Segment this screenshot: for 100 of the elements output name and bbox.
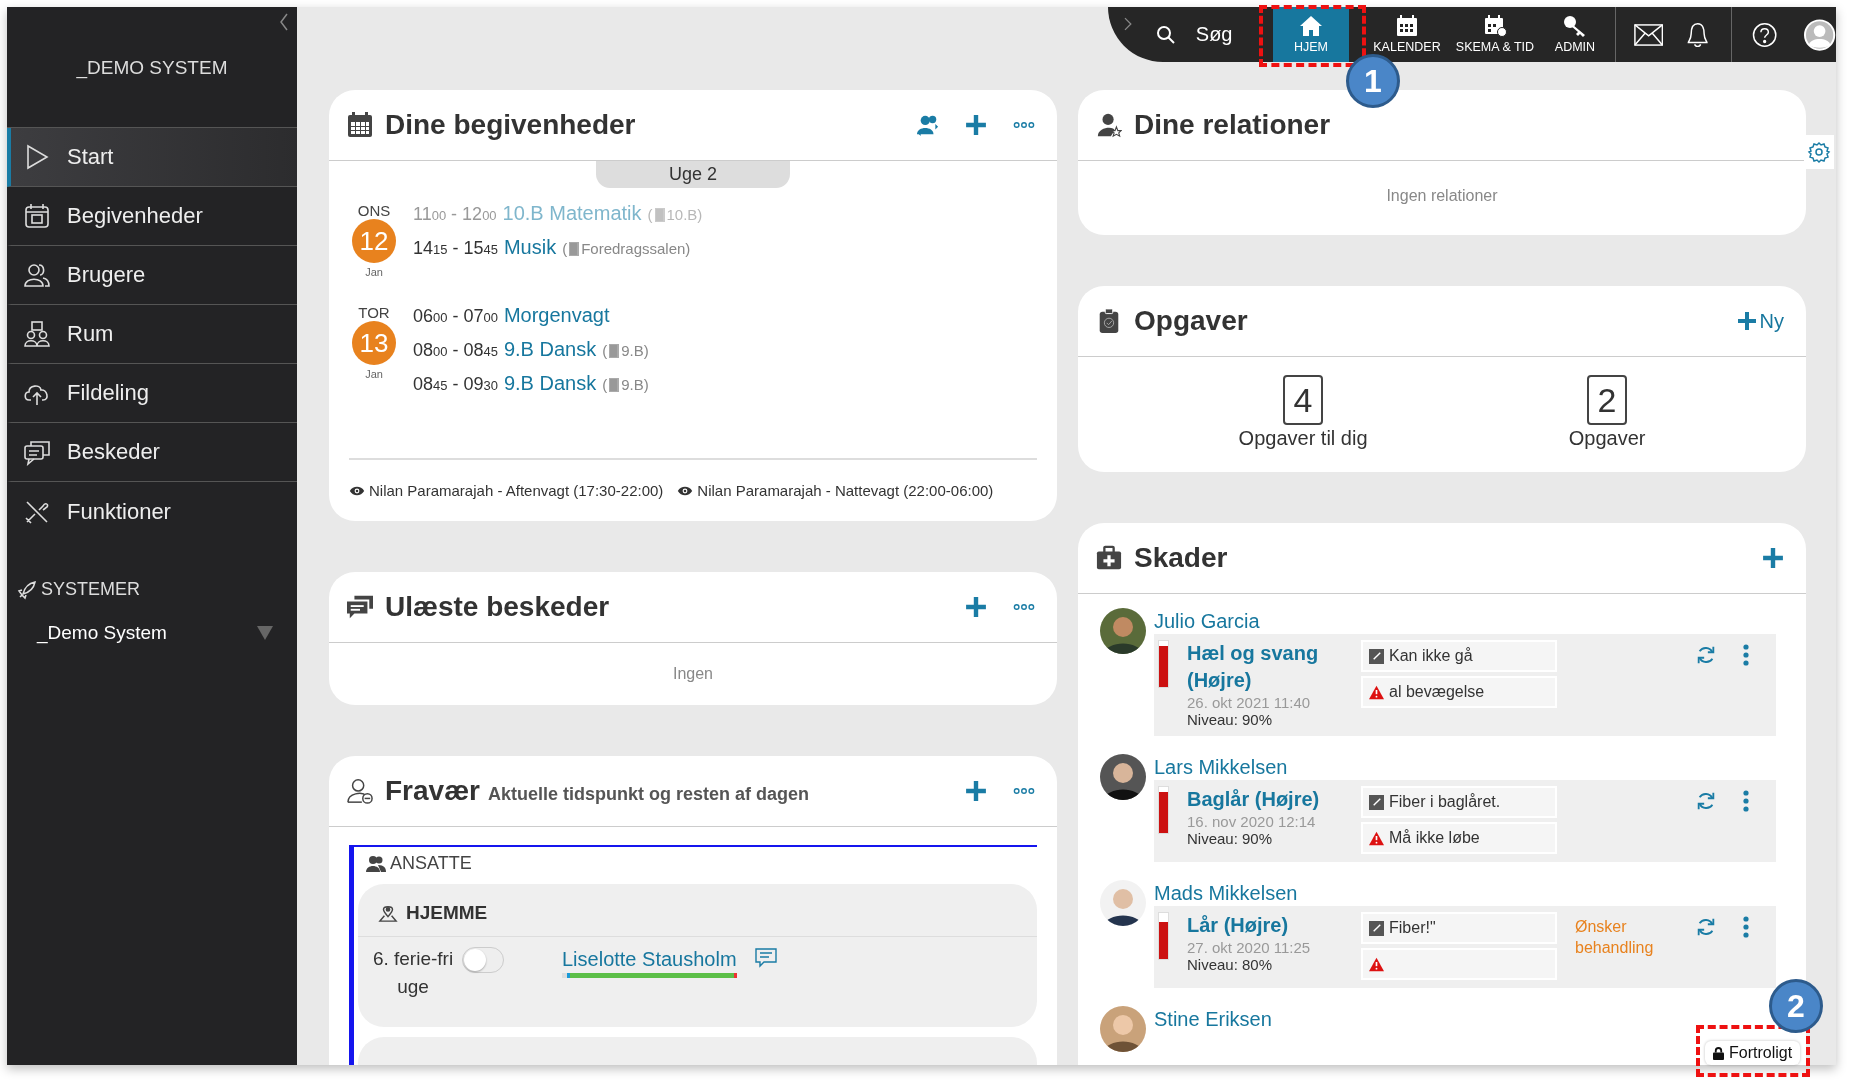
date-badge: 12 <box>352 219 396 263</box>
section-label: SYSTEMER <box>41 579 141 600</box>
person-link[interactable]: Lars Mikkelsen <box>1154 754 1288 780</box>
task-count: 4 <box>1283 375 1324 425</box>
dropdown-icon <box>257 626 273 640</box>
search-button[interactable]: Søg <box>1155 23 1273 46</box>
more-icon[interactable] <box>1013 787 1035 795</box>
person-link[interactable]: Liselotte Stausholm <box>562 945 737 973</box>
confidential-badge[interactable]: Fortroligt <box>1705 1041 1801 1065</box>
note-icon <box>1369 794 1384 810</box>
injury-link[interactable]: Hæl og svang (Højre) <box>1187 640 1361 694</box>
person-link[interactable]: Mads Mikkelsen <box>1154 880 1298 906</box>
shift-text: Nilan Paramarajah - Aftenvagt (17:30-22:00) <box>369 482 664 499</box>
person-link[interactable]: Julio Garcia <box>1154 608 1260 634</box>
severity-bar <box>1158 912 1169 960</box>
task-label: Opgaver til dig <box>1238 427 1368 450</box>
add-icon[interactable] <box>965 114 987 136</box>
more-icon[interactable] <box>1743 644 1749 666</box>
comment-icon[interactable] <box>754 948 777 968</box>
card-title: Dine relationer <box>1134 109 1331 141</box>
more-icon[interactable] <box>1013 603 1035 611</box>
weekday-label: ONS <box>357 202 391 219</box>
room-label: 9.B) <box>621 342 649 359</box>
status-text: Ønsker behandling <box>1575 918 1654 956</box>
people-swap-icon[interactable] <box>917 114 939 136</box>
new-button[interactable]: Ny <box>1736 309 1784 333</box>
task-counter[interactable]: 4 Opgaver til dig <box>1238 367 1368 450</box>
sidebar-item[interactable]: Beskeder <box>7 423 297 482</box>
door-icon <box>569 241 580 256</box>
event-link[interactable]: Musik <box>503 236 557 259</box>
refresh-icon[interactable] <box>1695 790 1717 812</box>
door-icon <box>609 343 620 358</box>
task-label: Opgaver <box>1568 427 1646 450</box>
note-icon <box>1369 920 1384 936</box>
calendar-icon <box>347 112 373 138</box>
lock-icon <box>1713 1046 1724 1060</box>
system-select[interactable]: _Demo System <box>37 622 273 644</box>
injury-link[interactable]: Baglår (Højre) <box>1187 786 1361 813</box>
card-title: Skader <box>1134 542 1228 574</box>
month-label: Jan <box>365 368 383 380</box>
warning-icon <box>1369 830 1384 846</box>
mail-icon[interactable] <box>1633 21 1664 48</box>
eye-icon <box>677 485 694 496</box>
chevron-icon[interactable] <box>1124 16 1132 31</box>
injury-link[interactable]: Lår (Højre) <box>1187 912 1361 939</box>
person-link[interactable]: Stine Eriksen <box>1154 1006 1272 1032</box>
refresh-icon[interactable] <box>1695 916 1717 938</box>
severity-bar <box>1158 640 1169 688</box>
card-title: Fravær <box>385 775 480 807</box>
event-link[interactable]: 9.B Dansk <box>503 338 597 361</box>
room-label: ( <box>602 376 608 393</box>
room-icon <box>23 320 51 348</box>
search-icon <box>1155 24 1176 45</box>
week-label: Uge 2 <box>596 161 790 188</box>
room-label: 9.B) <box>621 376 649 393</box>
user-minus-icon <box>347 778 373 804</box>
nav-tab[interactable]: HJEM <box>1273 7 1349 62</box>
card-title: Opgaver <box>1134 305 1248 337</box>
avatar-icon[interactable] <box>1802 17 1836 52</box>
add-icon[interactable] <box>965 596 987 618</box>
room-label: Foredragssalen) <box>581 240 691 257</box>
first-aid-icon <box>1096 545 1122 571</box>
note-text: al bevægelse <box>1389 683 1485 701</box>
task-count: 2 <box>1587 375 1628 425</box>
door-icon <box>609 377 620 392</box>
group-title: HJEMME <box>406 902 488 924</box>
toggle-switch[interactable] <box>462 947 504 973</box>
calendar-icon <box>1395 15 1419 37</box>
chat-icon <box>23 438 51 466</box>
refresh-icon[interactable] <box>1695 644 1717 666</box>
sidebar-item[interactable]: Funktioner <box>7 482 297 541</box>
collapse-icon[interactable] <box>279 13 289 31</box>
room-label: ( <box>647 206 653 223</box>
schedule-icon <box>1483 15 1507 37</box>
event-link[interactable]: 9.B Dansk <box>503 372 597 395</box>
month-label: Jan <box>365 266 383 278</box>
severity-bar <box>1158 786 1169 834</box>
sidebar-item[interactable]: Begivenheder <box>7 187 297 246</box>
settings-icon[interactable] <box>1804 135 1834 169</box>
room-label: ( <box>602 342 608 359</box>
card-subtitle: Aktuelle tidspunkt og resten af dagen <box>487 783 809 805</box>
warning-icon <box>1369 956 1384 972</box>
add-icon[interactable] <box>965 780 987 802</box>
task-counter[interactable]: 2 Opgaver <box>1568 367 1646 450</box>
nav-tab[interactable]: SKEMA & TID <box>1447 7 1543 62</box>
empty-text: Ingen <box>671 664 714 684</box>
user-star-icon <box>1096 112 1122 138</box>
nav-tab[interactable]: ADMIN <box>1543 7 1607 62</box>
more-icon[interactable] <box>1743 916 1749 938</box>
event-link[interactable]: Morgenvagt <box>503 304 610 327</box>
sidebar-item[interactable]: Start <box>7 128 297 187</box>
more-icon[interactable] <box>1013 121 1035 129</box>
more-icon[interactable] <box>1743 790 1749 812</box>
rocket-icon <box>17 579 37 600</box>
room-label: 10.B) <box>666 206 703 223</box>
location-icon <box>378 904 398 922</box>
room-label: ( <box>562 240 568 257</box>
injury-date: 26. okt 2021 11:40 <box>1187 694 1312 711</box>
injury-date: 16. nov 2020 12:14 <box>1187 813 1317 830</box>
add-icon[interactable] <box>1762 547 1784 569</box>
